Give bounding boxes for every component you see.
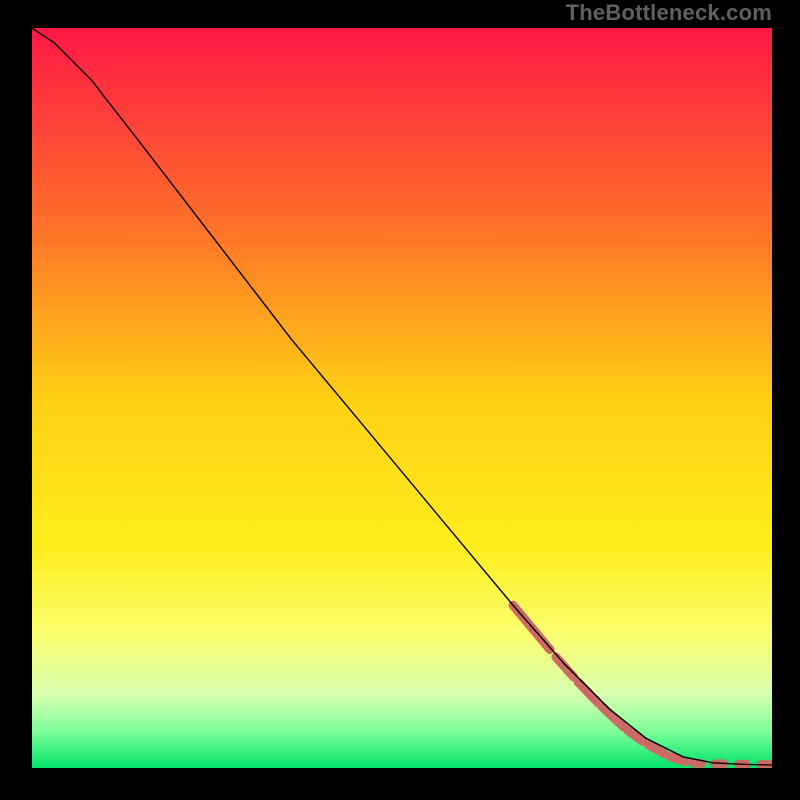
chart-frame: TheBottleneck.com <box>0 0 800 800</box>
plot-area <box>32 28 772 768</box>
chart-background <box>32 28 772 768</box>
chart-svg <box>32 28 772 768</box>
attribution-label: TheBottleneck.com <box>566 0 772 26</box>
overlay-segment <box>693 763 702 764</box>
overlay-segment <box>671 757 685 761</box>
